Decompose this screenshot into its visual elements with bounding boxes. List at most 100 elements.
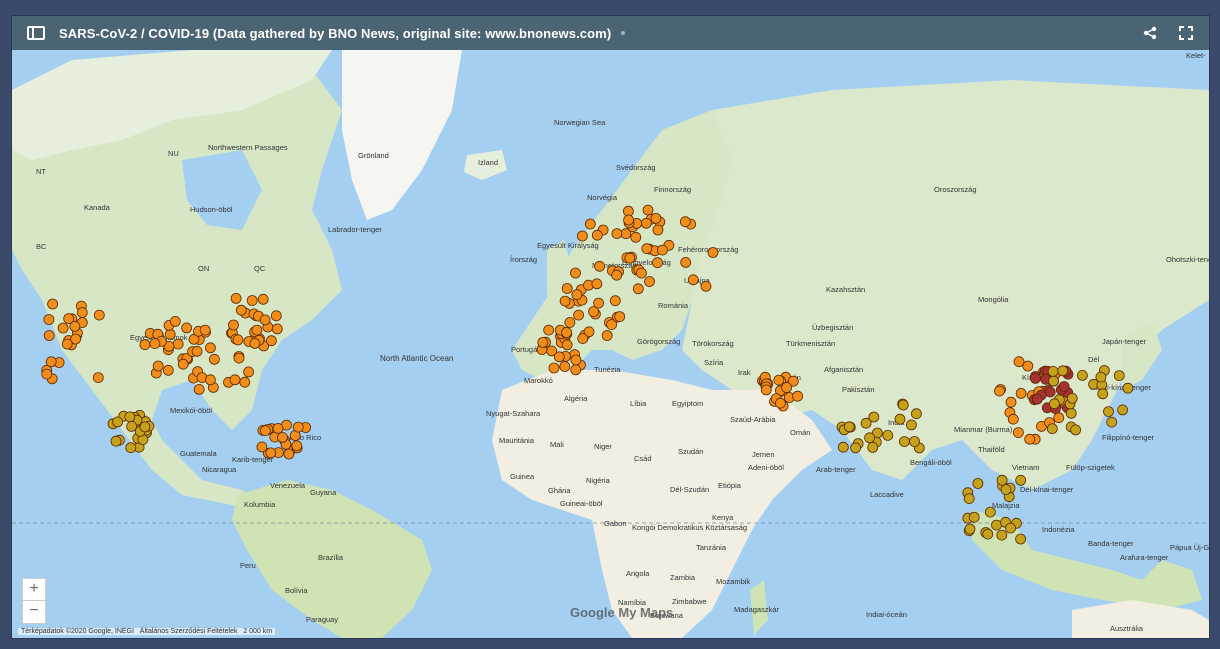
case-marker[interactable]: [204, 374, 216, 386]
case-marker[interactable]: [899, 436, 910, 448]
case-marker[interactable]: [601, 330, 613, 341]
case-marker[interactable]: [679, 216, 691, 228]
case-marker[interactable]: [775, 397, 786, 409]
case-marker[interactable]: [259, 425, 271, 437]
case-marker[interactable]: [792, 390, 803, 402]
case-marker[interactable]: [991, 519, 1002, 531]
case-marker[interactable]: [172, 338, 184, 350]
case-marker[interactable]: [641, 243, 653, 255]
zoom-out-button[interactable]: −: [22, 600, 46, 624]
case-marker[interactable]: [256, 441, 268, 453]
case-marker[interactable]: [652, 224, 664, 236]
case-marker[interactable]: [1095, 371, 1107, 383]
case-marker[interactable]: [270, 310, 282, 322]
case-marker[interactable]: [630, 231, 642, 243]
case-marker[interactable]: [1122, 382, 1134, 394]
case-marker[interactable]: [559, 295, 571, 307]
case-marker[interactable]: [265, 447, 277, 459]
case-marker[interactable]: [204, 342, 216, 354]
case-marker[interactable]: [657, 244, 668, 256]
case-marker[interactable]: [1005, 522, 1016, 534]
case-marker[interactable]: [92, 372, 104, 384]
case-marker[interactable]: [577, 230, 588, 242]
case-marker[interactable]: [208, 353, 220, 365]
case-marker[interactable]: [561, 283, 573, 294]
case-marker[interactable]: [1032, 393, 1043, 405]
case-marker[interactable]: [1065, 407, 1077, 419]
case-marker[interactable]: [232, 334, 244, 346]
case-marker[interactable]: [1053, 412, 1065, 424]
case-marker[interactable]: [257, 293, 269, 305]
case-marker[interactable]: [271, 323, 283, 335]
case-marker[interactable]: [909, 436, 920, 447]
case-marker[interactable]: [537, 336, 549, 348]
case-marker[interactable]: [1030, 372, 1041, 384]
case-marker[interactable]: [93, 309, 105, 321]
case-marker[interactable]: [233, 352, 245, 364]
world-map[interactable]: Grönland Izland Norwegian Sea Svédország Fin…: [12, 50, 1209, 638]
case-marker[interactable]: [45, 356, 57, 368]
case-marker[interactable]: [650, 212, 662, 224]
case-marker[interactable]: [623, 214, 634, 226]
case-marker[interactable]: [112, 416, 123, 428]
case-marker[interactable]: [1113, 370, 1125, 382]
case-marker[interactable]: [291, 440, 303, 452]
case-marker[interactable]: [570, 364, 582, 376]
case-marker[interactable]: [906, 419, 917, 431]
case-marker[interactable]: [548, 362, 560, 374]
case-marker[interactable]: [850, 442, 861, 454]
case-marker[interactable]: [591, 229, 603, 241]
case-marker[interactable]: [611, 269, 623, 281]
case-marker[interactable]: [864, 432, 875, 444]
case-marker[interactable]: [272, 422, 284, 434]
case-marker[interactable]: [1049, 398, 1060, 410]
case-marker[interactable]: [243, 366, 255, 378]
case-marker[interactable]: [249, 337, 261, 349]
case-marker[interactable]: [139, 339, 151, 351]
case-marker[interactable]: [162, 364, 174, 376]
case-marker[interactable]: [181, 322, 193, 334]
case-marker[interactable]: [265, 335, 277, 347]
case-marker[interactable]: [1070, 424, 1081, 436]
case-marker[interactable]: [1047, 365, 1059, 377]
case-marker[interactable]: [996, 474, 1008, 486]
case-marker[interactable]: [47, 298, 58, 310]
case-marker[interactable]: [897, 399, 909, 411]
case-marker[interactable]: [594, 260, 605, 272]
case-marker[interactable]: [687, 274, 699, 286]
case-marker[interactable]: [982, 528, 994, 540]
case-marker[interactable]: [230, 292, 242, 304]
case-marker[interactable]: [41, 368, 53, 380]
case-marker[interactable]: [149, 338, 161, 350]
zoom-in-button[interactable]: +: [22, 578, 46, 602]
case-marker[interactable]: [1005, 396, 1017, 408]
case-marker[interactable]: [1058, 381, 1070, 392]
case-marker[interactable]: [1066, 392, 1078, 404]
case-marker[interactable]: [559, 361, 571, 372]
case-marker[interactable]: [1000, 484, 1012, 496]
case-marker[interactable]: [781, 382, 792, 393]
case-marker[interactable]: [1048, 375, 1059, 387]
case-marker[interactable]: [259, 314, 271, 326]
case-marker[interactable]: [584, 218, 596, 230]
case-marker[interactable]: [1046, 423, 1058, 435]
case-marker[interactable]: [911, 408, 922, 420]
case-marker[interactable]: [606, 319, 617, 331]
case-marker[interactable]: [1106, 416, 1118, 428]
case-marker[interactable]: [1057, 365, 1069, 377]
sidebar-toggle-icon[interactable]: [27, 26, 45, 40]
case-marker[interactable]: [773, 374, 785, 386]
case-marker[interactable]: [614, 311, 626, 323]
case-marker[interactable]: [964, 523, 976, 535]
case-marker[interactable]: [843, 421, 855, 433]
case-marker[interactable]: [1015, 533, 1026, 545]
case-marker[interactable]: [837, 441, 849, 453]
case-marker[interactable]: [570, 267, 581, 279]
case-marker[interactable]: [573, 309, 584, 321]
case-marker[interactable]: [543, 324, 555, 336]
case-marker[interactable]: [882, 429, 894, 441]
case-marker[interactable]: [1015, 474, 1027, 486]
case-marker[interactable]: [283, 448, 295, 460]
case-marker[interactable]: [571, 289, 583, 301]
case-marker[interactable]: [126, 420, 137, 432]
